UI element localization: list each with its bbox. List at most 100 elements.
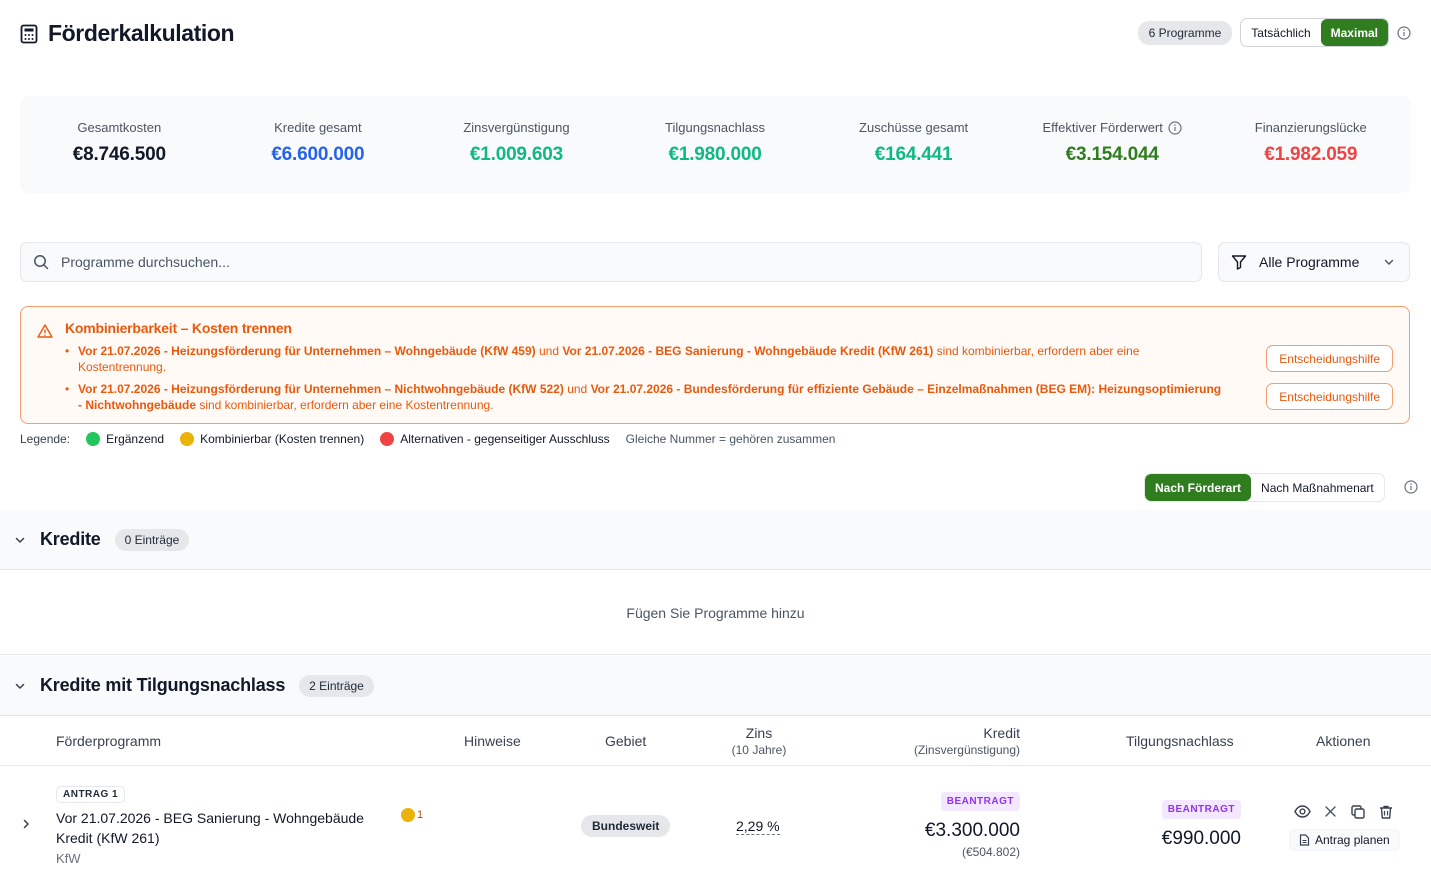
legend-item: Kombinierbar (Kosten trennen): [200, 432, 365, 446]
hint-count: 1: [417, 809, 424, 821]
section-title: Kredite: [40, 529, 101, 549]
col-credit[interactable]: Kredit (Zinsvergünstigung): [914, 725, 1020, 758]
metric-label-text: Gesamtkosten: [77, 120, 162, 135]
metric-label: Zuschüsse gesamt: [814, 120, 1013, 135]
credit-amount: €3.300.000: [924, 820, 1020, 841]
program-name[interactable]: Vor 21.07.2026 - BEG Sanierung - Wohngeb…: [56, 808, 386, 848]
metric-label: Effektiver Förderwert: [1013, 120, 1212, 135]
col-repayment[interactable]: Tilgungsnachlass: [1126, 733, 1234, 749]
title-wrap: Förderkalkulation: [20, 20, 235, 47]
row-actions: [1294, 803, 1394, 820]
col-actions: Aktionen: [1316, 733, 1371, 749]
metric-value: €164.441: [874, 144, 953, 165]
legend-item: Alternativen - gegenseitiger Ausschluss: [400, 432, 610, 446]
metric-value: €1.982.059: [1264, 144, 1358, 165]
program-count-badge: 6 Programme: [1137, 20, 1233, 45]
legend-item: Ergänzend: [106, 432, 165, 446]
copy-icon[interactable]: [1350, 804, 1366, 820]
warning-item: Vor 21.07.2026 - Heizungsförderung für U…: [65, 381, 1225, 413]
section-header-kredite[interactable]: Kredite 0 Einträge: [0, 510, 1431, 570]
warning-tail: sind kombinierbar, erfordern aber eine K…: [196, 398, 494, 412]
metric-label: Tilgungsnachlass: [616, 120, 815, 135]
col-credit-sub: (Zinsvergünstigung): [913, 743, 1020, 757]
mode-toggle: Tatsächlich Maximal: [1240, 18, 1389, 47]
interest-rate[interactable]: 2,29 %: [736, 818, 780, 835]
metric-zuschuesse: Zuschüsse gesamt €164.441: [814, 96, 1013, 193]
filter-label: Alle Programme: [1259, 254, 1360, 270]
metric-label: Gesamtkosten: [20, 120, 219, 135]
search-box: [20, 242, 1202, 282]
metric-label-text: Zinsvergünstigung: [463, 120, 570, 135]
plan-application-label: Antrag planen: [1315, 833, 1390, 847]
group-by-type-button[interactable]: Nach Förderart: [1145, 474, 1252, 501]
search-input[interactable]: [61, 254, 1061, 270]
metric-label-text: Effektiver Förderwert: [1042, 120, 1163, 135]
credit-status-badge: BEANTRAGT: [940, 792, 1020, 811]
metric-value: €8.746.500: [72, 144, 166, 165]
eye-icon[interactable]: [1294, 803, 1311, 820]
metric-label-text: Finanzierungslücke: [1254, 120, 1367, 135]
metric-label-text: Kredite gesamt: [274, 120, 362, 135]
col-program[interactable]: Förderprogramm: [56, 733, 161, 749]
mode-actual-button[interactable]: Tatsächlich: [1241, 19, 1320, 46]
credit-subsidy: (€504.802): [961, 845, 1020, 859]
decision-help-button[interactable]: Entscheidungshilfe: [1266, 383, 1393, 410]
legend-dot-green: [86, 432, 101, 446]
decision-help-button[interactable]: Entscheidungshilfe: [1266, 345, 1393, 372]
empty-state: Fügen Sie Programme hinzu: [0, 571, 1431, 655]
info-icon[interactable]: [1397, 25, 1411, 40]
metric-value: €6.600.000: [271, 144, 365, 165]
repayment-amount: €990.000: [1161, 828, 1241, 849]
close-icon[interactable]: [1323, 804, 1338, 819]
legend: Legende: Ergänzend Kombinierbar (Kosten …: [20, 432, 835, 446]
group-by-measure-button[interactable]: Nach Maßnahmenart: [1251, 474, 1384, 501]
header-controls: 6 Programme Tatsächlich Maximal: [1137, 18, 1411, 47]
legend-note: Gleiche Nummer = gehören zusammen: [625, 432, 836, 446]
metric-label: Kredite gesamt: [219, 120, 418, 135]
chevron-right-icon[interactable]: [20, 818, 32, 830]
metric-value: €3.154.044: [1065, 144, 1159, 165]
col-rate[interactable]: Zins (10 Jahre): [722, 725, 796, 758]
chevron-down-icon[interactable]: [14, 534, 26, 546]
warning-title: Kombinierbarkeit – Kosten trennen: [65, 320, 292, 336]
grouping-toggle: Nach Förderart Nach Maßnahmenart: [1144, 473, 1385, 502]
filter-icon: [1231, 255, 1247, 270]
metric-tilgungsnachlass: Tilgungsnachlass €1.980.000: [616, 96, 815, 193]
page-title: Förderkalkulation: [48, 20, 235, 46]
metric-value: €1.980.000: [668, 144, 762, 165]
hint-dot-yellow: [401, 808, 415, 822]
metric-label: Zinsvergünstigung: [417, 120, 616, 135]
col-area[interactable]: Gebiet: [605, 733, 646, 749]
search-icon: [34, 255, 49, 270]
legend-dot-yellow: [180, 432, 195, 446]
info-icon[interactable]: [1404, 480, 1418, 494]
warning-list: Vor 21.07.2026 - Heizungsförderung für U…: [65, 343, 1225, 419]
combinability-hint[interactable]: 1: [401, 808, 423, 822]
trash-icon[interactable]: [1378, 804, 1394, 820]
metric-label: Finanzierungslücke: [1211, 120, 1410, 135]
plan-application-button[interactable]: Antrag planen: [1289, 829, 1400, 851]
metric-value: €1.009.603: [469, 144, 563, 165]
legend-label: Legende:: [20, 432, 71, 446]
chevron-down-icon[interactable]: [14, 680, 26, 692]
table-header: Förderprogramm Hinweise Gebiet Zins (10 …: [0, 717, 1431, 766]
program-b: Vor 21.07.2026 - BEG Sanierung - Wohngeb…: [562, 344, 934, 358]
header: Förderkalkulation 6 Programme Tatsächlic…: [0, 0, 1431, 68]
entry-count-badge: 2 Einträge: [299, 674, 374, 697]
summary-strip: Gesamtkosten €8.746.500 Kredite gesamt €…: [20, 96, 1410, 193]
document-icon: [1299, 834, 1310, 846]
program-provider: KfW: [56, 851, 81, 866]
calculator-icon: [20, 24, 38, 43]
mode-max-button[interactable]: Maximal: [1320, 19, 1388, 46]
col-rate-label: Zins: [745, 725, 773, 741]
section-title: Kredite mit Tilgungsnachlass: [40, 675, 286, 695]
section-header-kredite-tilgung[interactable]: Kredite mit Tilgungsnachlass 2 Einträge: [0, 656, 1431, 716]
info-icon[interactable]: [1168, 120, 1182, 135]
repayment-status-badge: BEANTRAGT: [1161, 800, 1241, 819]
chevron-down-icon: [1384, 259, 1394, 265]
metric-label-text: Tilgungsnachlass: [665, 120, 765, 135]
col-credit-label: Kredit: [983, 725, 1020, 741]
area-badge: Bundesweit: [581, 815, 671, 837]
metric-label-text: Zuschüsse gesamt: [859, 120, 969, 135]
program-filter-select[interactable]: Alle Programme: [1218, 242, 1410, 282]
